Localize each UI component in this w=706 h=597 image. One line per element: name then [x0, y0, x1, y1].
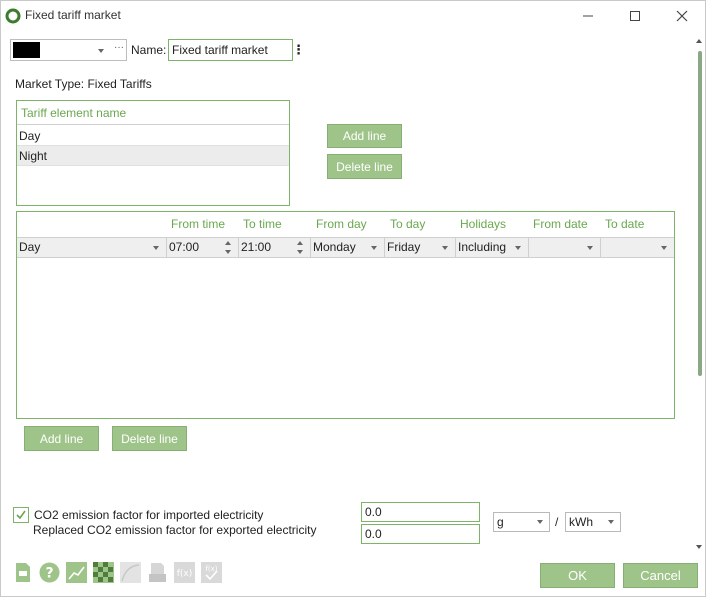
holidays-value: Including: [458, 240, 507, 254]
scroll-up-icon[interactable]: [695, 37, 703, 45]
to-day-value: Friday: [387, 240, 421, 254]
co2-exported-input[interactable]: 0.0: [361, 524, 480, 544]
co2-imported-label: CO2 emission factor for imported electri…: [34, 508, 264, 522]
maximize-icon: [630, 11, 640, 21]
from-date-select[interactable]: [529, 238, 601, 257]
scroll-down-icon[interactable]: [695, 543, 703, 551]
function-button[interactable]: f(x): [174, 562, 195, 583]
list-item[interactable]: Day: [17, 126, 289, 146]
column-header-holidays: Holidays: [460, 217, 507, 231]
unit-separator: /: [555, 515, 559, 529]
column-header-to-time: To time: [243, 217, 282, 231]
function-icon: f(x): [174, 562, 195, 583]
chevron-down-icon: [515, 246, 521, 250]
element-select[interactable]: Day: [17, 238, 167, 257]
curve-button[interactable]: [120, 562, 141, 583]
print-button[interactable]: [147, 562, 168, 583]
tariff-element-list: Tariff element name Day Night: [16, 100, 290, 206]
add-tariff-line-button[interactable]: Add line: [327, 124, 402, 148]
schedule-grid: From time To time From day To day Holida…: [16, 211, 675, 419]
column-header-to-day: To day: [390, 217, 426, 231]
tariff-element-header: Tariff element name: [17, 101, 289, 125]
curve-icon: [120, 562, 141, 583]
chevron-down-icon: [371, 246, 377, 250]
function-check-icon: f(x): [201, 562, 222, 583]
co2-imported-input[interactable]: 0.0: [361, 502, 480, 522]
mass-unit-select[interactable]: g: [493, 512, 550, 532]
fixed-tariff-market-dialog: Fixed tariff market ··· Name: Fixed tari…: [0, 0, 706, 597]
color-swatch: [13, 42, 40, 58]
from-time-stepper[interactable]: 07:00: [167, 238, 239, 257]
ok-button[interactable]: OK: [540, 563, 615, 588]
delete-tariff-line-button[interactable]: Delete line: [327, 154, 402, 179]
svg-text:f(x): f(x): [177, 569, 193, 579]
to-date-select[interactable]: [601, 238, 674, 257]
chevron-down-icon: [587, 246, 593, 250]
to-day-select[interactable]: Friday: [385, 238, 456, 257]
holidays-select[interactable]: Including: [456, 238, 529, 257]
maximize-button[interactable]: [612, 5, 658, 27]
kebab-menu-icon[interactable]: ⋮: [292, 42, 305, 58]
chart-button[interactable]: [66, 562, 87, 583]
delete-schedule-line-button[interactable]: Delete line: [112, 426, 187, 451]
name-label: Name:: [131, 43, 167, 57]
document-icon: [15, 563, 30, 582]
energy-unit-select[interactable]: kWh: [565, 512, 621, 532]
help-icon: ?: [39, 562, 60, 583]
from-day-select[interactable]: Monday: [311, 238, 385, 257]
spinner-icon: [297, 241, 303, 254]
column-header-from-time: From time: [171, 217, 225, 231]
co2-exported-label: Replaced CO2 emission factor for exporte…: [33, 523, 317, 537]
close-button[interactable]: [659, 5, 705, 27]
more-options-button[interactable]: ···: [114, 42, 124, 53]
function-check-button[interactable]: f(x): [201, 562, 222, 583]
scrollbar-thumb[interactable]: [698, 51, 702, 376]
app-ring-icon: [5, 8, 21, 24]
minimize-icon: [583, 15, 593, 17]
title-bar[interactable]: Fixed tariff market: [1, 1, 705, 31]
svg-text:?: ?: [45, 566, 53, 582]
mass-unit-value: g: [497, 515, 504, 529]
chevron-down-icon: [98, 49, 104, 53]
add-schedule-line-button[interactable]: Add line: [24, 426, 99, 451]
table-row[interactable]: Day 07:00 21:00 Monday Friday Including: [17, 237, 674, 258]
column-header-to-date: To date: [605, 217, 645, 231]
name-input[interactable]: Fixed tariff market: [168, 39, 293, 61]
energy-unit-value: kWh: [569, 515, 593, 529]
color-selector[interactable]: ···: [10, 39, 127, 61]
element-value: Day: [19, 240, 41, 254]
window-title: Fixed tariff market: [25, 8, 121, 22]
checkmark-icon: [16, 510, 26, 520]
column-header-from-day: From day: [316, 217, 367, 231]
from-day-value: Monday: [313, 240, 356, 254]
column-header-from-date: From date: [533, 217, 588, 231]
to-time-value: 21:00: [241, 240, 272, 254]
co2-checkbox[interactable]: [13, 507, 29, 523]
chevron-down-icon: [537, 520, 543, 524]
chevron-down-icon: [661, 246, 667, 250]
chevron-down-icon: [442, 246, 448, 250]
list-item[interactable]: Night: [17, 146, 289, 166]
chevron-down-icon: [153, 246, 159, 250]
close-icon: [676, 10, 688, 22]
chart-icon: [66, 562, 87, 583]
from-time-value: 07:00: [169, 240, 200, 254]
document-button[interactable]: [12, 562, 33, 583]
print-icon: [149, 563, 166, 582]
to-time-stepper[interactable]: 21:00: [239, 238, 311, 257]
cancel-button[interactable]: Cancel: [623, 563, 698, 588]
grid-icon: [93, 562, 114, 583]
help-button[interactable]: ?: [39, 562, 60, 583]
spinner-icon: [225, 241, 231, 254]
minimize-button[interactable]: [565, 5, 611, 27]
chevron-down-icon: [608, 520, 614, 524]
grid-button[interactable]: [93, 562, 114, 583]
market-type-label: Market Type: Fixed Tariffs: [15, 77, 152, 91]
